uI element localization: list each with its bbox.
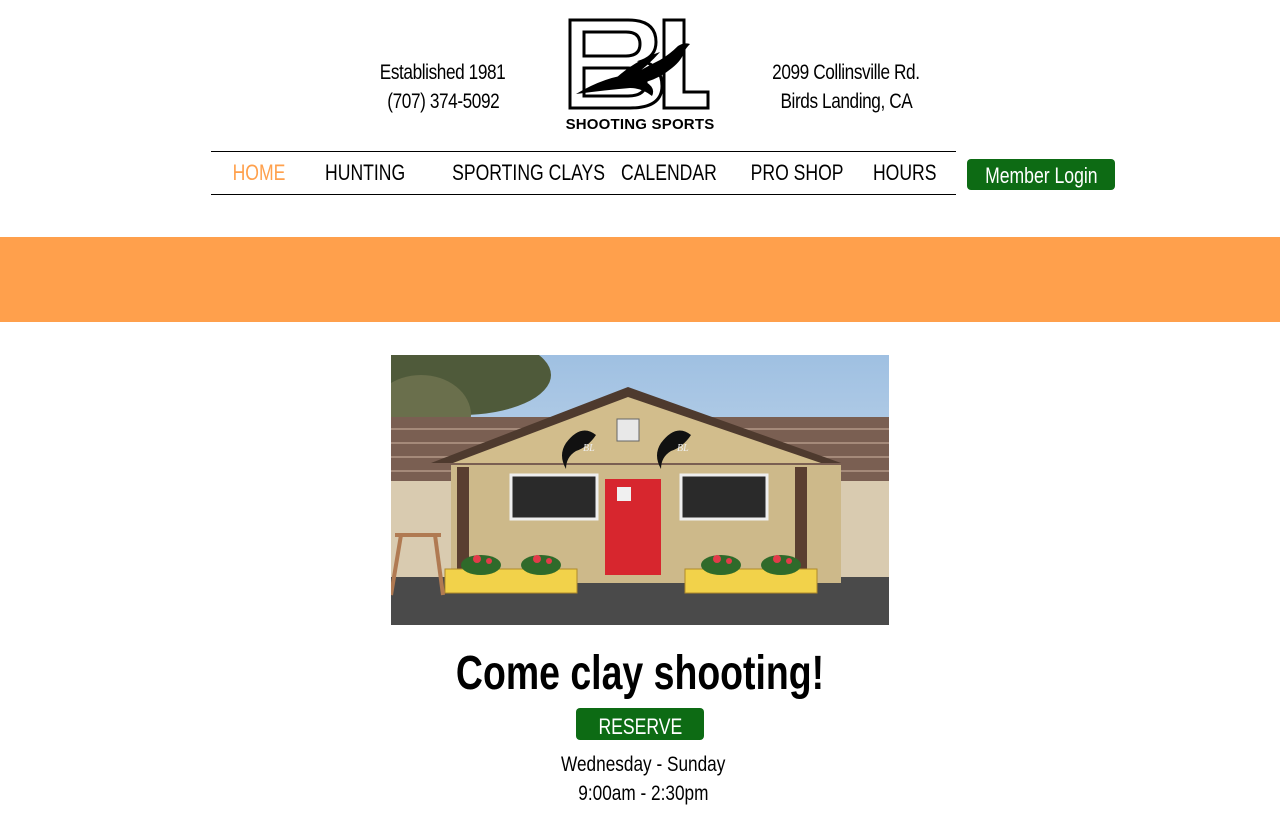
accent-banner [0,237,1280,322]
sign-letters: BL [583,443,595,454]
established-text: Established 1981 [380,61,506,84]
nav-item-home[interactable]: HOME [211,152,307,194]
page-headline: Come clay shooting! [455,647,825,700]
sign-letters: BL [677,443,689,454]
bl-monogram-icon [568,18,710,110]
phone-number[interactable]: (707) 374-5092 [360,87,526,116]
address-line-1: 2099 Collinsville Rd. [772,61,920,84]
nav-item-hunting[interactable]: HUNTING [315,152,415,194]
address-line-2: Birds Landing, CA [780,90,912,113]
nav-item-hours[interactable]: HOURS [865,152,945,194]
logo-tagline: SHOOTING SPORTS [565,116,715,133]
main-nav: HOME HUNTING SPORTING CLAYS CALENDAR PRO… [211,151,956,195]
reserve-button[interactable]: RESERVE [576,708,704,740]
clubhouse-photo: BL BL [391,355,889,625]
nav-item-calendar[interactable]: CALENDAR [609,152,721,194]
site-logo[interactable]: SHOOTING SPORTS [556,16,724,136]
nav-item-sporting-clays[interactable]: SPORTING CLAYS [433,152,605,194]
open-hours: Wednesday - Sunday 9:00am - 2:30pm [493,750,793,808]
member-login-button[interactable]: Member Login [967,159,1115,190]
header-address: 2099 Collinsville Rd. Birds Landing, CA [748,58,944,116]
header-contact-left: Established 1981 (707) 374-5092 [360,58,526,116]
open-times: 9:00am - 2:30pm [577,782,709,805]
nav-item-pro-shop[interactable]: PRO SHOP [739,152,849,194]
open-days: Wednesday - Sunday [560,753,726,776]
